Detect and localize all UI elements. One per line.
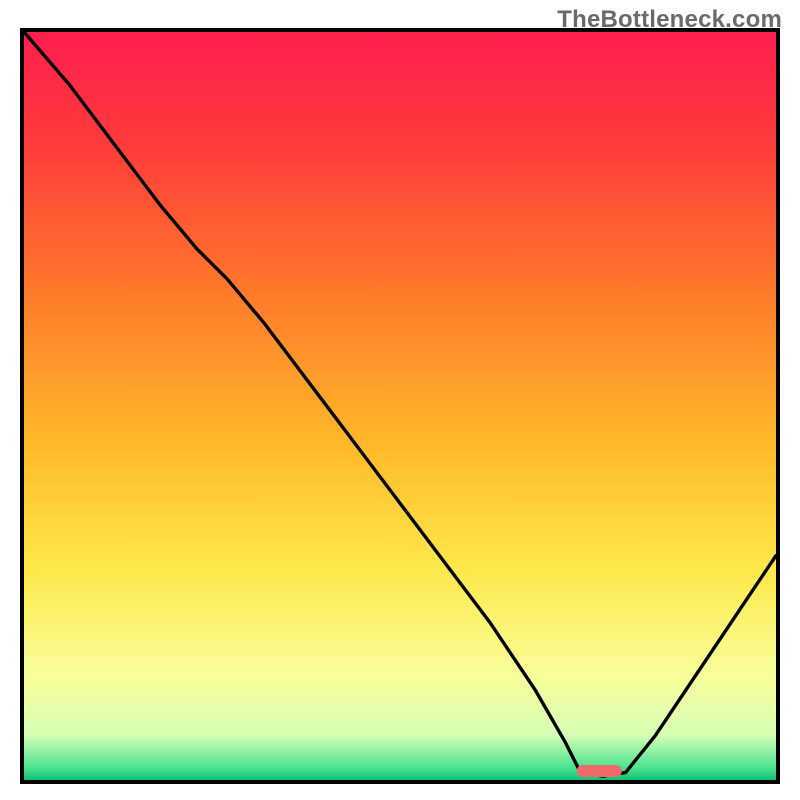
plot-area (20, 28, 780, 784)
optimal-range-marker (577, 765, 622, 777)
chart-root: TheBottleneck.com (0, 0, 800, 800)
gradient-background (24, 32, 776, 780)
bottleneck-chart (24, 32, 776, 780)
